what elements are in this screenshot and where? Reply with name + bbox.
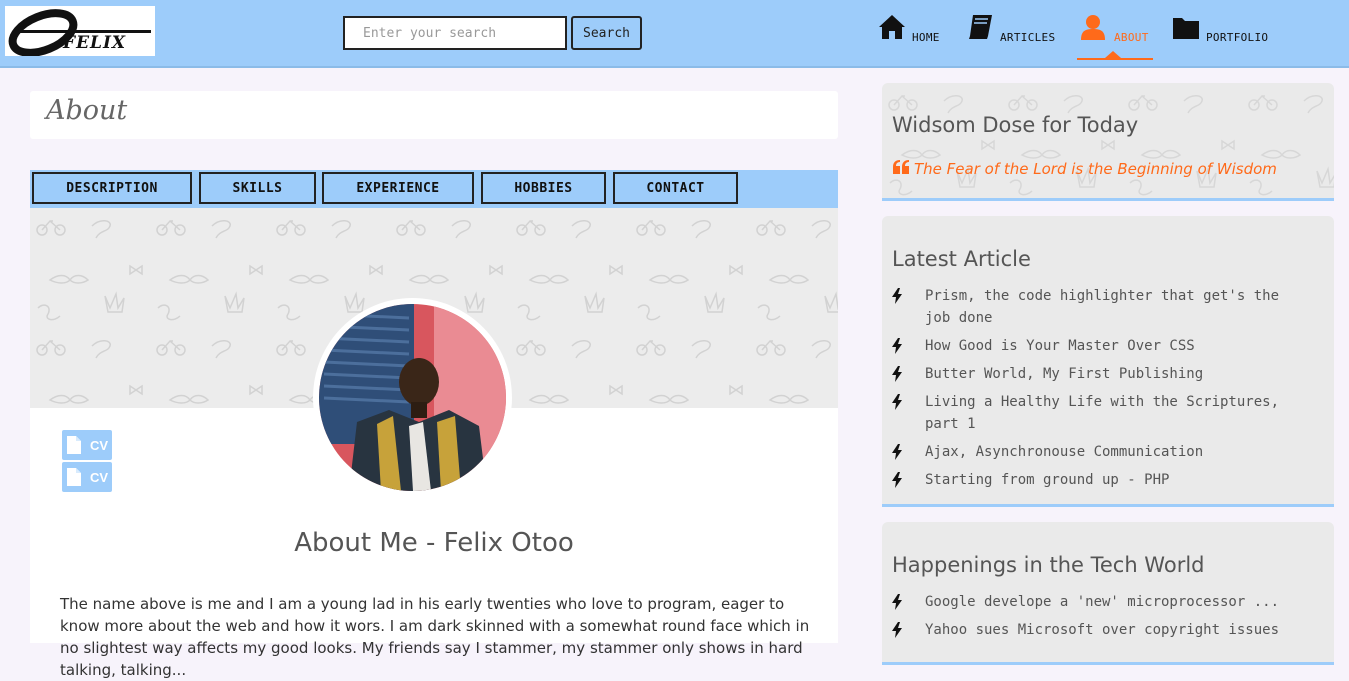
article-title: How Good is Your Master Over CSS [925, 338, 1195, 354]
search-button[interactable]: Search [571, 16, 642, 50]
user-icon [1081, 15, 1105, 40]
tab-experience[interactable]: EXPERIENCE [322, 172, 474, 204]
tab-contact[interactable]: CONTACT [613, 172, 738, 204]
article-link[interactable]: Ajax, Asynchronouse Communication [892, 441, 1312, 463]
bolt-icon [892, 338, 902, 354]
article-title: Living a Healthy Life with the Scripture… [925, 394, 1280, 432]
svg-text:FELIX: FELIX [62, 33, 126, 53]
news-title: Google develope a 'new' microprocessor .… [925, 594, 1280, 610]
bolt-icon [892, 472, 902, 488]
cv-button-label: CV [90, 437, 109, 453]
article-link[interactable]: Starting from ground up - PHP [892, 469, 1312, 491]
search-input[interactable] [343, 16, 567, 50]
latest-article-panel: Latest Article Prism, the code highlight… [882, 216, 1334, 507]
top-navbar: FELIX Search HOME ARTICLES ABOUT PORTFOL… [0, 0, 1349, 68]
site-logo[interactable]: FELIX [5, 6, 155, 56]
bolt-icon [892, 444, 902, 460]
cv-button-label: CV [90, 469, 109, 485]
profile-avatar [313, 298, 512, 497]
nav-portfolio[interactable]: PORTFOLIO [1172, 14, 1268, 60]
bolt-icon [892, 594, 902, 610]
news-title: Yahoo sues Microsoft over copyright issu… [925, 622, 1280, 638]
wisdom-quote: The Fear of the Lord is the Beginning of… [892, 158, 1277, 178]
article-link[interactable]: Prism, the code highlighter that get's t… [892, 285, 1312, 329]
news-link[interactable]: Yahoo sues Microsoft over copyright issu… [892, 619, 1312, 641]
bolt-icon [892, 366, 902, 382]
wisdom-quote-text: The Fear of the Lord is the Beginning of… [914, 160, 1277, 178]
nav-home[interactable]: HOME [878, 14, 940, 60]
about-paragraph: The name above is me and I am a young la… [60, 595, 810, 679]
tech-news-panel: Happenings in the Tech World Google deve… [882, 522, 1334, 665]
wisdom-panel: Widsom Dose for Today The Fear of the Lo… [882, 83, 1334, 201]
tech-news-title: Happenings in the Tech World [892, 553, 1205, 577]
cv-button-1[interactable]: CV [62, 430, 112, 460]
about-heading: About Me - Felix Otoo [294, 528, 574, 558]
nav-articles-label: ARTICLES [1000, 31, 1056, 44]
article-title: Prism, the code highlighter that get's t… [925, 288, 1280, 326]
nav-about-label: ABOUT [1114, 31, 1149, 44]
latest-article-list: Prism, the code highlighter that get's t… [892, 285, 1312, 497]
tab-description[interactable]: DESCRIPTION [32, 172, 192, 204]
tech-news-list: Google develope a 'new' microprocessor .… [892, 591, 1312, 647]
article-link[interactable]: How Good is Your Master Over CSS [892, 335, 1312, 357]
file-icon [67, 436, 81, 454]
nav-portfolio-label: PORTFOLIO [1206, 31, 1269, 44]
tab-skills[interactable]: SKILLS [199, 172, 316, 204]
bolt-icon [892, 288, 902, 304]
article-title: Ajax, Asynchronouse Communication [925, 444, 1204, 460]
article-link[interactable]: Butter World, My First Publishing [892, 363, 1312, 385]
nav-active-caret [1105, 51, 1121, 58]
wisdom-title: Widsom Dose for Today [892, 113, 1139, 137]
page-title: About [46, 95, 128, 126]
article-link[interactable]: Living a Healthy Life with the Scripture… [892, 391, 1312, 435]
news-link[interactable]: Google develope a 'new' microprocessor .… [892, 591, 1312, 613]
article-title: Starting from ground up - PHP [925, 472, 1170, 488]
article-title: Butter World, My First Publishing [925, 366, 1204, 382]
bolt-icon [892, 394, 902, 410]
page-title-box: About [30, 91, 838, 139]
file-icon [67, 468, 81, 486]
nav-home-label: HOME [912, 31, 940, 44]
folder-icon [1173, 18, 1199, 39]
about-tabs: DESCRIPTION SKILLS EXPERIENCE HOBBIES CO… [30, 170, 838, 208]
latest-article-title: Latest Article [892, 247, 1031, 271]
nav-active-underline [1077, 58, 1153, 60]
nav-articles[interactable]: ARTICLES [966, 14, 1055, 60]
book-icon [969, 15, 992, 39]
bolt-icon [892, 622, 902, 638]
home-icon [879, 15, 905, 39]
cv-button-2[interactable]: CV [62, 462, 112, 492]
tab-hobbies[interactable]: HOBBIES [481, 172, 606, 204]
quote-icon [893, 160, 909, 174]
